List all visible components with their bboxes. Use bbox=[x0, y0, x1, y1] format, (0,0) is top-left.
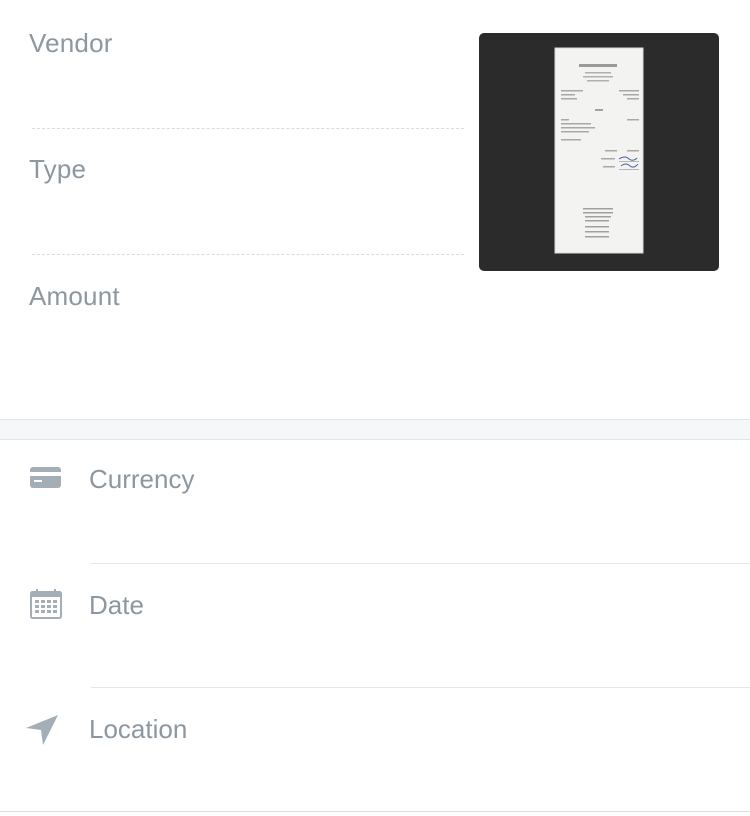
currency-divider bbox=[91, 563, 750, 564]
bottom-divider bbox=[0, 811, 750, 812]
type-label: Type bbox=[29, 154, 87, 184]
vendor-divider bbox=[32, 128, 464, 129]
vendor-label: Vendor bbox=[29, 28, 113, 58]
receipt-thumbnail[interactable] bbox=[479, 33, 719, 271]
location-label: Location bbox=[89, 714, 188, 744]
calendar-icon bbox=[28, 587, 64, 623]
location-arrow-icon bbox=[24, 711, 60, 747]
section-separator bbox=[0, 419, 750, 440]
date-label: Date bbox=[89, 590, 144, 620]
amount-label: Amount bbox=[29, 281, 120, 311]
date-divider bbox=[91, 687, 750, 688]
currency-label: Currency bbox=[89, 464, 195, 494]
credit-card-icon bbox=[28, 462, 64, 498]
receipt-image bbox=[554, 47, 644, 254]
type-divider bbox=[32, 254, 464, 255]
